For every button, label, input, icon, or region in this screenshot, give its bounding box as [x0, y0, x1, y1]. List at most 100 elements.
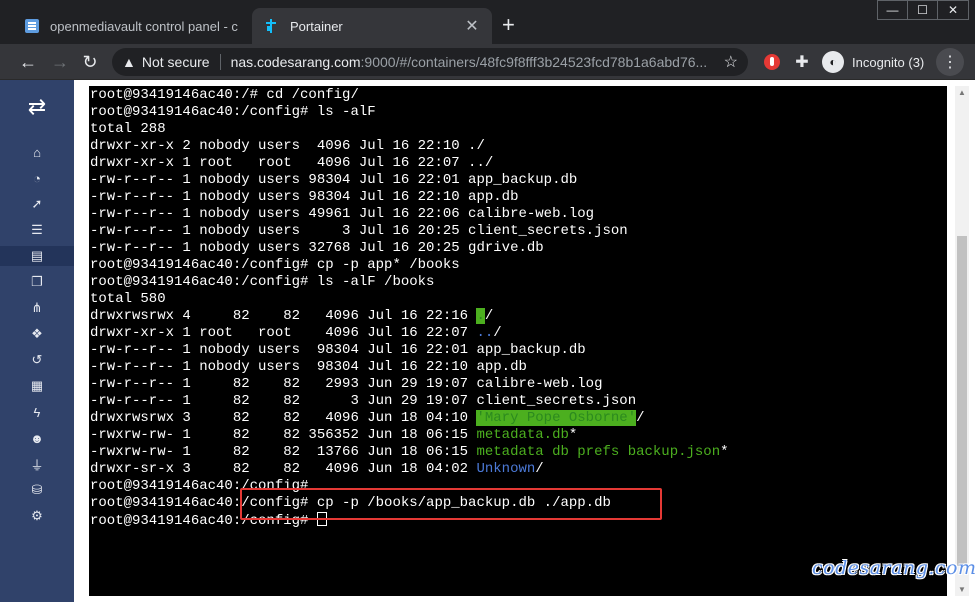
- cogs-icon[interactable]: ⚙: [0, 506, 74, 526]
- file-suffix: /: [484, 308, 494, 324]
- security-label[interactable]: Not secure: [142, 54, 210, 70]
- history-icon[interactable]: ↺: [0, 350, 74, 370]
- file-meta: -rwxrw-rw- 1 82 82 13766 Jun 18 06:15: [90, 444, 477, 460]
- file-name: app_backup.db: [476, 342, 586, 358]
- console-output: root@93419146ac40:/# cd /config/root@934…: [90, 87, 729, 529]
- sitemap-icon[interactable]: ⋔: [0, 298, 74, 318]
- clone-icon[interactable]: ❐: [0, 272, 74, 292]
- console-line: total 580: [90, 291, 166, 307]
- listing-row: -rw-r--r-- 1 82 82 2993 Jun 29 19:07 cal…: [90, 376, 729, 393]
- file-name: client_secrets.json: [476, 393, 637, 409]
- minimize-button[interactable]: —: [878, 1, 908, 19]
- tab-title: Portainer: [290, 18, 343, 34]
- file-suffix: /: [636, 410, 645, 426]
- file-name: calibre-web.log: [476, 376, 603, 392]
- incognito-icon: ◐: [822, 51, 844, 73]
- cubes-icon[interactable]: ❖: [0, 324, 74, 344]
- dashboard-icon[interactable]: ◔: [0, 168, 74, 188]
- forward-icon[interactable]: →: [48, 50, 72, 74]
- address-bar[interactable]: ▲ Not secure nas.codesarang.com :9000/#/…: [112, 48, 748, 76]
- warning-icon[interactable]: ▲: [122, 54, 136, 70]
- close-tab-icon[interactable]: ✕: [464, 16, 480, 36]
- tab-portainer[interactable]: Portainer ✕: [252, 8, 492, 44]
- listing-row: drwxrwsrwx 4 82 82 4096 Jul 16 22:16 ./: [90, 308, 729, 325]
- file-meta: drwxr-xr-x 1 root root 4096 Jul 16 22:07: [90, 325, 477, 341]
- file-meta: -rwxrw-rw- 1 82 82 356352 Jun 18 06:15: [90, 427, 477, 443]
- browser-toolbar: ← → ↻ ▲ Not secure nas.codesarang.com :9…: [0, 44, 975, 80]
- file-meta: -rw-r--r-- 1 nobody users 98304 Jul 16 2…: [90, 342, 477, 358]
- bookmark-star-icon[interactable]: ☆: [724, 52, 738, 72]
- file-name: .: [476, 308, 485, 324]
- th-icon[interactable]: ▦: [0, 376, 74, 396]
- file-meta: drwxrwsrwx 4 82 82 4096 Jul 16 22:16: [90, 308, 477, 324]
- listing-row: -rwxrw-rw- 1 82 82 13766 Jun 18 06:15 me…: [90, 444, 729, 461]
- adblock-extension-icon[interactable]: [762, 52, 782, 72]
- maximize-button[interactable]: ☐: [908, 1, 938, 19]
- file-name: 'Mary Pope Osborne': [476, 410, 637, 426]
- openmediavault-icon: [25, 19, 39, 33]
- url-host: nas.codesarang.com: [230, 54, 361, 70]
- console-line: drwxr-xr-x 2 nobody users 4096 Jul 16 22…: [90, 138, 485, 154]
- scroll-up-icon[interactable]: ▲: [958, 88, 966, 97]
- scrollbar-thumb[interactable]: [957, 236, 967, 566]
- console-line: drwxr-xr-x 1 root root 4096 Jul 16 22:07…: [90, 155, 494, 171]
- file-meta: -rw-r--r-- 1 82 82 2993 Jun 29 19:07: [90, 376, 477, 392]
- file-suffix: /: [535, 461, 544, 477]
- back-icon[interactable]: ←: [16, 50, 40, 74]
- portainer-sidebar: ⇄ ⌂ ◔ ➚ ☰ ▤ ❐ ⋔ ❖ ↺ ▦ ϟ ☻ ⏚ ⛁ ⚙: [0, 80, 74, 602]
- file-meta: drwxr-sr-x 3 82 82 4096 Jun 18 04:02: [90, 461, 477, 477]
- browser-menu-icon[interactable]: ⋮: [936, 48, 964, 76]
- tab-strip: openmediavault control panel - c Portain…: [0, 0, 975, 44]
- listing-row: -rw-r--r-- 1 nobody users 98304 Jul 16 2…: [90, 342, 729, 359]
- file-suffix: *: [720, 444, 729, 460]
- users-icon[interactable]: ☻: [0, 428, 74, 448]
- listing-row: drwxr-sr-x 3 82 82 4096 Jun 18 04:02 Unk…: [90, 461, 729, 478]
- file-suffix: *: [568, 427, 578, 443]
- file-name: app.db: [476, 359, 527, 375]
- home-icon[interactable]: ⌂: [0, 142, 74, 162]
- new-tab-button[interactable]: +: [502, 14, 515, 36]
- page-scrollbar[interactable]: ▲ ▼: [955, 86, 969, 596]
- listing-row: drwxr-xr-x 1 root root 4096 Jul 16 22:07…: [90, 325, 729, 342]
- server-icon[interactable]: ▤: [0, 246, 74, 266]
- incognito-label: Incognito (3): [852, 54, 925, 70]
- listing-row: drwxrwsrwx 3 82 82 4096 Jun 18 04:10 'Ma…: [90, 410, 729, 427]
- console-line: -rw-r--r-- 1 nobody users 3 Jul 16 20:25…: [90, 223, 628, 239]
- console-line: root@93419146ac40:/config# cp -p app* /b…: [90, 257, 460, 273]
- reload-icon[interactable]: ↻: [78, 50, 102, 74]
- th-list-icon[interactable]: ☰: [0, 220, 74, 240]
- close-window-button[interactable]: ✕: [938, 1, 968, 19]
- tab-title: openmediavault control panel - c: [50, 18, 238, 34]
- file-name: metadata.db: [476, 427, 569, 443]
- console-line: -rw-r--r-- 1 nobody users 98304 Jul 16 2…: [90, 189, 519, 205]
- incognito-profile[interactable]: ◐ Incognito (3): [822, 49, 924, 75]
- extensions-puzzle-icon[interactable]: ✚: [792, 52, 812, 72]
- command-highlight-box: [240, 488, 662, 520]
- file-meta: -rw-r--r-- 1 82 82 3 Jun 29 19:07: [90, 393, 477, 409]
- plug-icon[interactable]: ⏚: [0, 454, 74, 474]
- file-meta: -rw-r--r-- 1 nobody users 98304 Jul 16 2…: [90, 359, 477, 375]
- file-meta: drwxrwsrwx 3 82 82 4096 Jun 18 04:10: [90, 410, 477, 426]
- console-line: total 288: [90, 121, 166, 137]
- listing-row: -rwxrw-rw- 1 82 82 356352 Jun 18 06:15 m…: [90, 427, 729, 444]
- console-line: -rw-r--r-- 1 nobody users 32768 Jul 16 2…: [90, 240, 544, 256]
- file-name: metadata db prefs backup.json: [476, 444, 721, 460]
- divider: [219, 54, 221, 70]
- rocket-icon[interactable]: ➚: [0, 194, 74, 214]
- console-line: root@93419146ac40:/config# ls -alF: [90, 104, 376, 120]
- url-path: :9000/#/containers/48fc9f8fff3b24523fcd7…: [360, 54, 708, 70]
- console-line: root@93419146ac40:/config# ls -alF /book…: [90, 274, 435, 290]
- scroll-down-icon[interactable]: ▼: [958, 585, 966, 594]
- portainer-icon: [266, 19, 276, 33]
- console-line: root@93419146ac40:/# cd /config/: [90, 87, 359, 103]
- portainer-toggle-icon[interactable]: ⇄: [0, 94, 74, 120]
- file-suffix: /: [493, 325, 502, 341]
- database-icon[interactable]: ⛁: [0, 480, 74, 500]
- console-line: -rw-r--r-- 1 nobody users 49961 Jul 16 2…: [90, 206, 595, 222]
- window-controls: — ☐ ✕: [877, 0, 969, 20]
- bolt-icon[interactable]: ϟ: [0, 402, 74, 422]
- watermark: codesarang.com: [812, 557, 975, 579]
- tab-openmediavault[interactable]: openmediavault control panel - c: [12, 8, 252, 44]
- listing-row: -rw-r--r-- 1 82 82 3 Jun 29 19:07 client…: [90, 393, 729, 410]
- file-name: ..: [476, 325, 494, 341]
